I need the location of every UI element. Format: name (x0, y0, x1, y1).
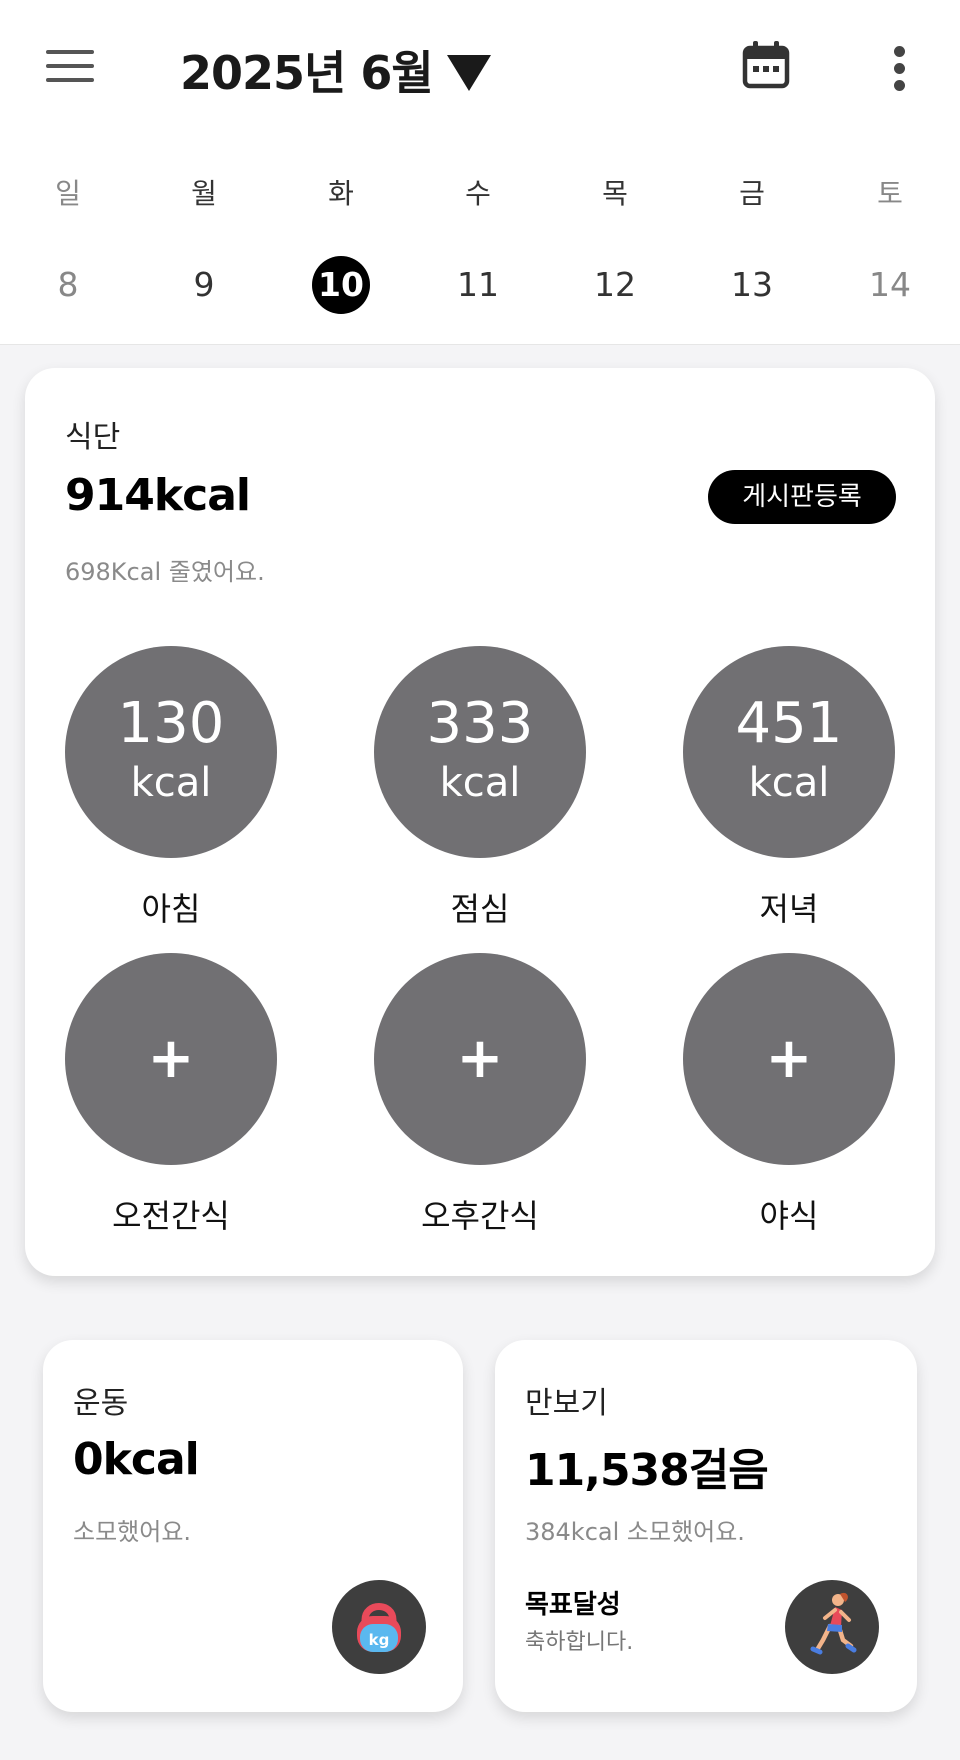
day-sat[interactable]: 토 14 (850, 170, 930, 314)
day-tue[interactable]: 화 10 (301, 170, 381, 314)
plus-icon: + (456, 1026, 504, 1091)
meal-name: 저녁 (759, 890, 819, 928)
month-title: 2025년 6월 (180, 46, 434, 100)
meal-circle[interactable]: 451 kcal (683, 646, 895, 858)
app-header: 2025년 6월 일 8 월 9 화 10 수 11 목 12 금 13 토 1… (0, 0, 960, 345)
pedometer-card[interactable]: 만보기 11,538걸음 384kcal 소모했어요. 목표달성 축하합니다. (495, 1340, 917, 1712)
meal-kcal-value: 333 (426, 691, 534, 756)
day-number[interactable]: 14 (861, 256, 919, 314)
more-vertical-icon[interactable] (880, 44, 920, 92)
day-name: 토 (877, 177, 903, 210)
day-number[interactable]: 13 (723, 256, 781, 314)
step-kcal-text: 384kcal 소모했어요. (525, 1518, 745, 1546)
meal-name: 오후간식 (421, 1197, 539, 1235)
day-mon[interactable]: 월 9 (164, 170, 244, 314)
month-selector[interactable]: 2025년 6월 (180, 40, 491, 100)
snack-night[interactable]: + 야식 (683, 953, 895, 1237)
exercise-sub: 소모했어요. (73, 1518, 192, 1546)
plus-icon: + (147, 1026, 195, 1091)
meal-name: 아침 (141, 890, 201, 928)
pedometer-label: 만보기 (525, 1386, 608, 1421)
day-number[interactable]: 11 (449, 256, 507, 314)
day-name: 일 (55, 177, 81, 210)
svg-text:kg: kg (369, 1631, 390, 1649)
day-name: 목 (602, 177, 628, 210)
day-number[interactable]: 8 (39, 256, 97, 314)
day-wed[interactable]: 수 11 (438, 170, 518, 314)
add-meal-circle[interactable]: + (65, 953, 277, 1165)
triangle-down-icon (446, 55, 491, 91)
step-count: 11,538걸음 (525, 1445, 769, 1496)
diet-total-kcal: 914kcal (65, 470, 251, 521)
snack-afternoon[interactable]: + 오후간식 (374, 953, 586, 1237)
goal-congrats-text: 축하합니다. (525, 1630, 634, 1655)
day-name: 금 (739, 177, 765, 210)
goal-achieved-title: 목표달성 (525, 1590, 621, 1620)
day-number[interactable]: 9 (175, 256, 233, 314)
day-name: 월 (191, 177, 217, 210)
day-thu[interactable]: 목 12 (575, 170, 655, 314)
meal-kcal-value: 130 (117, 691, 225, 756)
exercise-card[interactable]: 운동 0kcal 소모했어요. kg (43, 1340, 463, 1712)
day-name: 수 (465, 177, 491, 210)
exercise-kcal: 0kcal (73, 1434, 200, 1485)
hamburger-menu-icon[interactable] (46, 50, 94, 84)
add-meal-circle[interactable]: + (374, 953, 586, 1165)
meal-kcal-value: 451 (735, 691, 843, 756)
plus-icon: + (765, 1026, 813, 1091)
day-name: 화 (328, 177, 354, 210)
day-number[interactable]: 12 (586, 256, 644, 314)
diet-label: 식단 (65, 420, 121, 455)
diet-card[interactable]: 식단 914kcal 게시판등록 698Kcal 줄였어요. 130 kcal … (25, 368, 935, 1276)
meal-breakfast[interactable]: 130 kcal 아침 (65, 646, 277, 930)
meal-circle[interactable]: 333 kcal (374, 646, 586, 858)
meal-name: 야식 (759, 1197, 819, 1235)
meal-name: 오전간식 (112, 1197, 230, 1235)
exercise-label: 운동 (73, 1386, 129, 1421)
meal-circle[interactable]: 130 kcal (65, 646, 277, 858)
day-number-selected[interactable]: 10 (312, 256, 370, 314)
meal-kcal-unit: kcal (748, 760, 830, 806)
meal-kcal-unit: kcal (130, 760, 212, 806)
meal-lunch[interactable]: 333 kcal 점심 (374, 646, 586, 930)
day-fri[interactable]: 금 13 (712, 170, 792, 314)
calendar-icon[interactable] (742, 40, 790, 90)
meal-dinner[interactable]: 451 kcal 저녁 (683, 646, 895, 930)
add-meal-circle[interactable]: + (683, 953, 895, 1165)
running-woman-icon[interactable] (785, 1580, 879, 1674)
board-post-button[interactable]: 게시판등록 (708, 470, 896, 524)
kettlebell-kg-icon[interactable]: kg (332, 1580, 426, 1674)
meal-name: 점심 (450, 890, 510, 928)
diet-reduced-text: 698Kcal 줄였어요. (65, 558, 265, 586)
day-sun[interactable]: 일 8 (28, 170, 108, 314)
meal-kcal-unit: kcal (439, 760, 521, 806)
snack-morning[interactable]: + 오전간식 (65, 953, 277, 1237)
